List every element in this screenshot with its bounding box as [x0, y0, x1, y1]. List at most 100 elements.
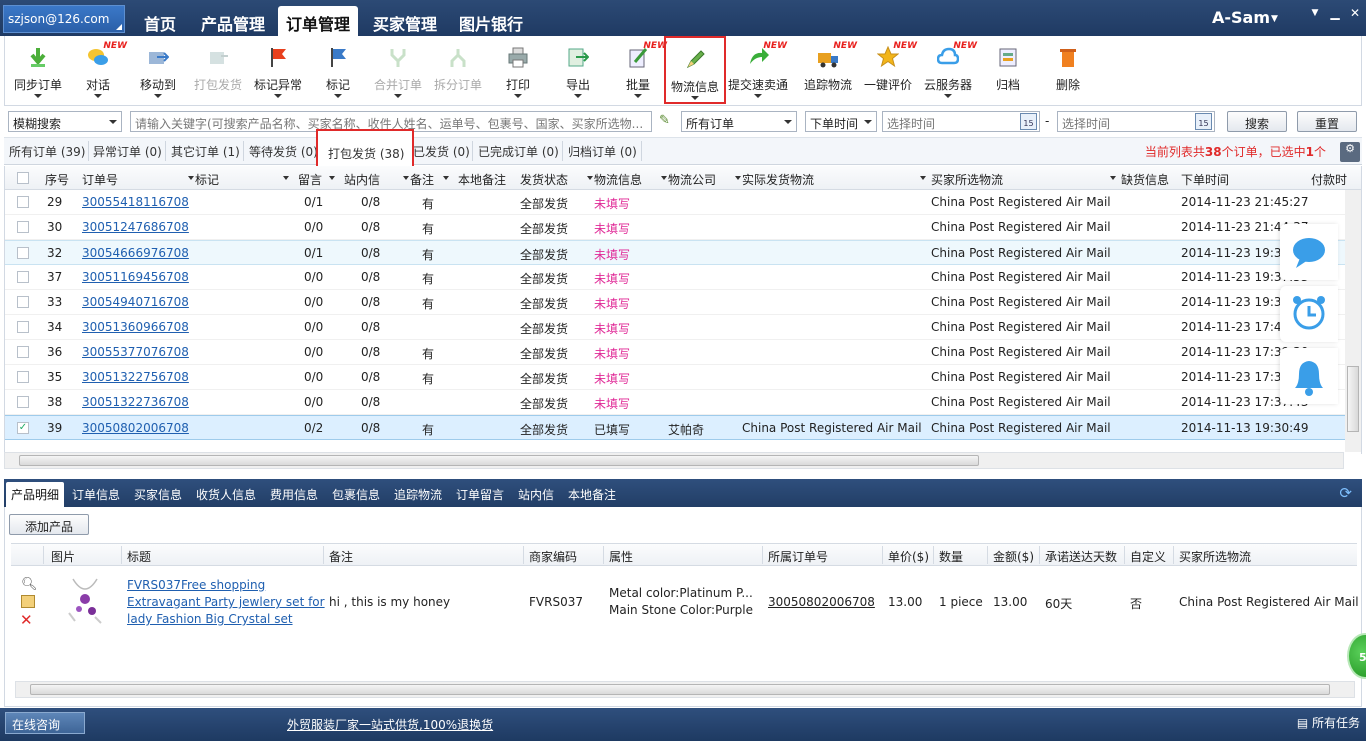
column-filter-icon[interactable]: [1110, 176, 1116, 180]
delete-icon[interactable]: ✕: [20, 611, 33, 629]
end-date-input[interactable]: 选择时间 15: [1057, 111, 1215, 132]
nav-image-bank[interactable]: 图片银行: [459, 8, 523, 36]
chevron-down-icon[interactable]: [634, 94, 642, 98]
tab-receiver-info[interactable]: 收货人信息: [196, 486, 256, 503]
order-number-link[interactable]: 30055377076708: [82, 345, 189, 359]
toolbar-button[interactable]: 删除: [1037, 36, 1099, 104]
order-row[interactable]: 37 30051169456708 0/0 0/8 有 全部发货 未填写 China Post…: [5, 265, 1361, 290]
chevron-down-icon[interactable]: [514, 94, 522, 98]
nav-home[interactable]: 首页: [144, 8, 176, 36]
tab-order-messages[interactable]: 订单留言: [456, 486, 504, 503]
order-row[interactable]: 35 30051322756708 0/0 0/8 有 全部发货 未填写 China Post…: [5, 365, 1361, 390]
row-checkbox[interactable]: [17, 196, 29, 208]
row-checkbox[interactable]: [17, 221, 29, 233]
tab-fee-info[interactable]: 费用信息: [270, 486, 318, 503]
tab-completed[interactable]: 已完成订单 (0): [478, 143, 559, 160]
order-number-link[interactable]: 30054666976708: [82, 246, 189, 260]
order-number-link[interactable]: 30054940716708: [82, 295, 189, 309]
tab-buyer-info[interactable]: 买家信息: [134, 486, 182, 503]
column-header[interactable]: 发货状态: [520, 171, 568, 188]
minimize-icon[interactable]: ▁: [1327, 6, 1343, 20]
column-header[interactable]: 序号: [45, 171, 69, 188]
toolbar-button[interactable]: 打印: [487, 36, 549, 104]
order-row[interactable]: 29 30055418116708 0/1 0/8 有 全部发货 未填写 China Post…: [5, 190, 1361, 215]
chevron-down-icon[interactable]: ▼: [1271, 14, 1278, 24]
tab-package-info[interactable]: 包裹信息: [332, 486, 380, 503]
nav-buyers[interactable]: 买家管理: [373, 8, 437, 36]
add-product-button[interactable]: 添加产品: [9, 514, 89, 535]
scrollbar-thumb[interactable]: [30, 684, 1330, 695]
column-filter-icon[interactable]: [443, 176, 449, 180]
toolbar-button[interactable]: 批量 NEW: [607, 36, 669, 104]
window-menu-icon[interactable]: ▼: [1307, 8, 1323, 18]
all-tasks-button[interactable]: ▤ 所有任务: [1297, 714, 1360, 731]
search-mode-select[interactable]: 模糊搜索: [8, 111, 122, 132]
order-row[interactable]: 32 30054666976708 0/1 0/8 有 全部发货 未填写 China Post…: [5, 240, 1361, 265]
calendar-icon[interactable]: 15: [1195, 113, 1212, 130]
tab-other-orders[interactable]: 其它订单 (1): [171, 143, 240, 160]
column-header[interactable]: 本地备注: [458, 171, 506, 188]
order-row[interactable]: 38 30051322736708 0/0 0/8 全部发货 未填写 China Post …: [5, 390, 1361, 415]
scrollbar-thumb[interactable]: [19, 455, 979, 466]
toolbar-button[interactable]: 标记异常: [247, 36, 309, 104]
column-filter-icon[interactable]: [661, 176, 667, 180]
toolbar-button[interactable]: 对话 NEW: [67, 36, 129, 104]
tab-inmail[interactable]: 站内信: [518, 486, 554, 503]
promo-link[interactable]: 外贸服装厂家一站式供货,100%退换货: [287, 716, 493, 733]
tab-shipped[interactable]: 已发货 (0): [413, 143, 470, 160]
tab-local-notes[interactable]: 本地备注: [568, 486, 616, 503]
toolbar-button[interactable]: 移动到: [127, 36, 189, 104]
product-title-line[interactable]: Extravagant Party jewlery set for: [127, 594, 325, 611]
order-number-link[interactable]: 30051360966708: [82, 320, 189, 334]
column-header[interactable]: 买家所选物流: [931, 171, 1003, 188]
column-filter-icon[interactable]: [920, 176, 926, 180]
order-scope-select[interactable]: 所有订单: [681, 111, 797, 132]
chevron-down-icon[interactable]: [94, 94, 102, 98]
row-checkbox[interactable]: ✓: [17, 422, 29, 434]
order-row[interactable]: 34 30051360966708 0/0 0/8 全部发货 未填写 China Post …: [5, 315, 1361, 340]
order-number-link[interactable]: 30055418116708: [82, 195, 189, 209]
order-number-link[interactable]: 30051322736708: [82, 395, 189, 409]
toolbar-button[interactable]: 标记: [307, 36, 369, 104]
pencil-icon[interactable]: ✎: [659, 113, 670, 128]
online-consult-button[interactable]: 在线咨询: [5, 712, 85, 734]
column-header[interactable]: 缺货信息: [1121, 171, 1169, 188]
start-date-input[interactable]: 选择时间 15: [882, 111, 1040, 132]
order-row[interactable]: 36 30055377076708 0/0 0/8 有 全部发货 未填写 China Post…: [5, 340, 1361, 365]
reset-button[interactable]: 重置: [1297, 111, 1357, 132]
row-checkbox[interactable]: [17, 247, 29, 259]
column-filter-icon[interactable]: [587, 176, 593, 180]
column-filter-icon[interactable]: [735, 176, 741, 180]
search-button[interactable]: 搜索: [1227, 111, 1287, 132]
zoom-icon[interactable]: 🔍︎: [21, 577, 38, 592]
column-header[interactable]: 留言: [298, 171, 322, 188]
tab-packing-shipment[interactable]: 打包发货 (38): [316, 129, 415, 171]
column-filter-icon[interactable]: [188, 176, 194, 180]
column-header[interactable]: 订单号: [82, 171, 118, 188]
tab-track-logistics[interactable]: 追踪物流: [394, 486, 442, 503]
column-filter-icon[interactable]: [329, 176, 335, 180]
order-row[interactable]: ✓ 39 30050802006708 0/2 0/8 有 全部发货 已填写 艾帕奇 China …: [5, 415, 1361, 440]
row-checkbox[interactable]: [17, 271, 29, 283]
column-header[interactable]: 付款时: [1311, 171, 1347, 188]
chevron-down-icon[interactable]: [944, 94, 952, 98]
column-header[interactable]: 备注: [410, 171, 434, 188]
order-number-link[interactable]: 30050802006708: [82, 421, 189, 435]
order-row[interactable]: 30 30051247686708 0/0 0/8 有 全部发货 未填写 China Post…: [5, 215, 1361, 240]
account-selector[interactable]: szjson@126.com: [3, 5, 125, 33]
scrollbar-thumb[interactable]: [1347, 366, 1359, 432]
row-checkbox[interactable]: [17, 321, 29, 333]
tab-archived[interactable]: 归档订单 (0): [568, 143, 637, 160]
chevron-down-icon[interactable]: [334, 94, 342, 98]
user-menu[interactable]: A-Sam: [1212, 8, 1270, 27]
tab-order-info[interactable]: 订单信息: [72, 486, 120, 503]
chevron-down-icon[interactable]: [574, 94, 582, 98]
toolbar-button[interactable]: 提交速卖通 NEW: [727, 36, 789, 104]
row-checkbox[interactable]: [17, 371, 29, 383]
row-checkbox[interactable]: [17, 296, 29, 308]
product-title[interactable]: FVRS037Free shopping Extravagant Party j…: [127, 577, 325, 628]
order-table-vscrollbar[interactable]: [1345, 190, 1361, 452]
alarm-widget[interactable]: [1280, 286, 1338, 342]
column-header[interactable]: 下单时间: [1181, 171, 1229, 188]
edit-note-icon[interactable]: [21, 595, 35, 608]
